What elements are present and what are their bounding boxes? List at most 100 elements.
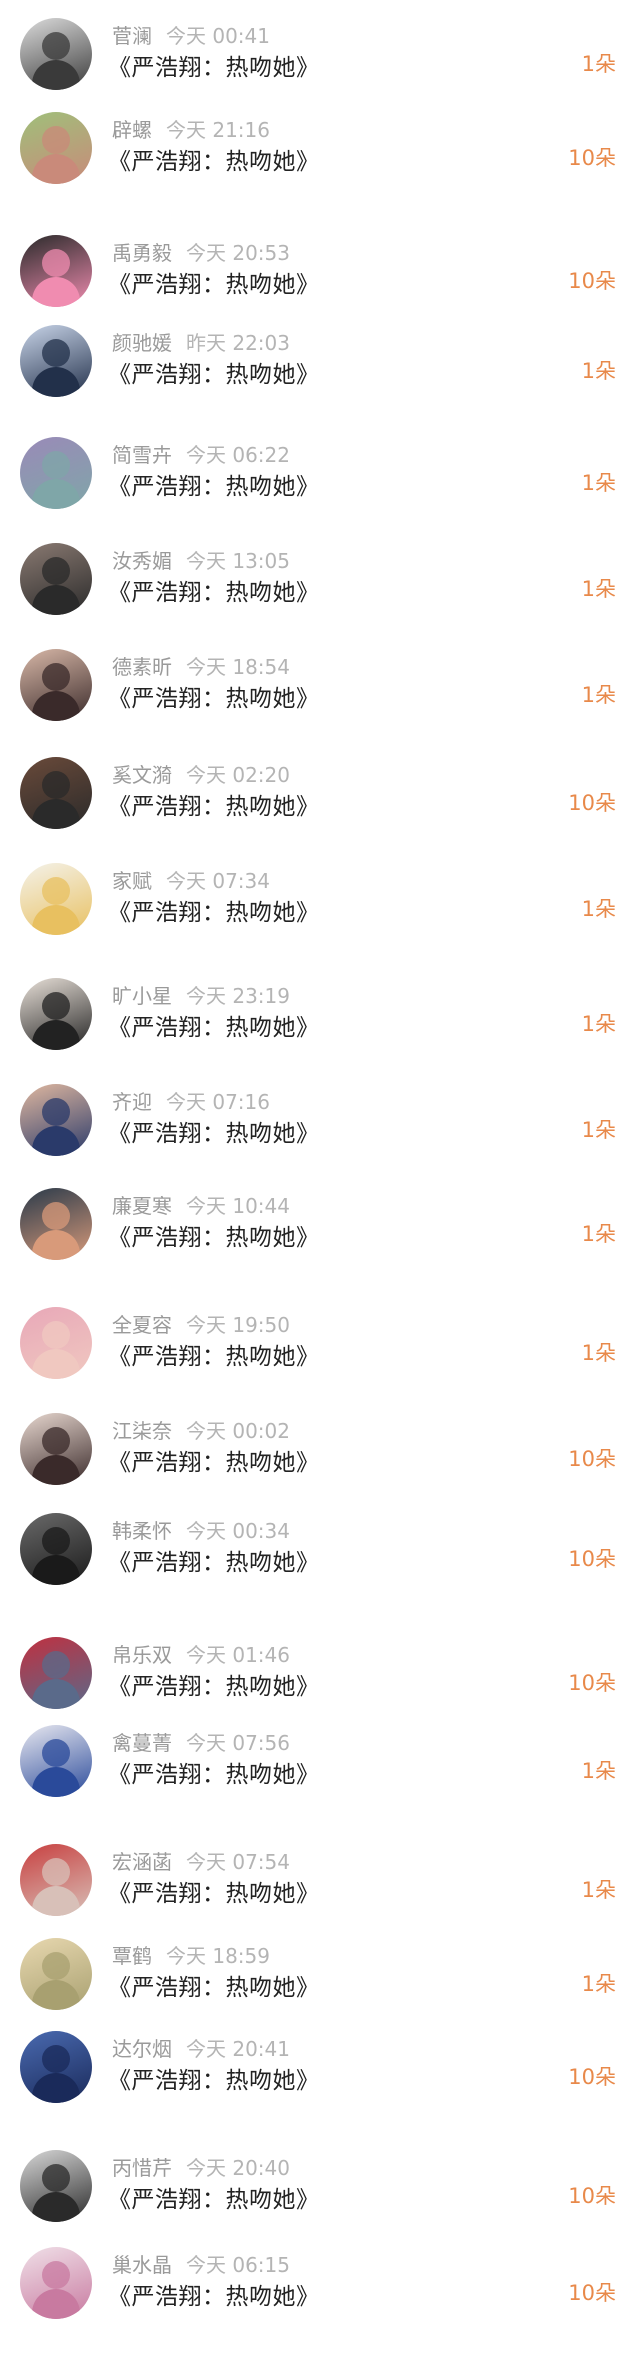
song-title: 《严浩翔：热吻她》 [108,362,320,388]
gift-time: 今天 10:44 [186,1194,290,1218]
song-title: 《严浩翔：热吻她》 [108,1344,320,1370]
avatar[interactable] [20,2150,92,2222]
sender-line: 辟螺 今天 21:16 [112,114,270,143]
avatar[interactable] [20,325,92,397]
sender-name[interactable]: 帛乐双 [112,1643,172,1667]
sender-line: 江柒奈 今天 00:02 [112,1415,290,1444]
song-title: 《严浩翔：热吻她》 [108,1674,320,1700]
sender-name[interactable]: 齐迎 [112,1090,152,1114]
flower-count: 1朵 [581,897,616,921]
sender-name[interactable]: 巢水晶 [112,2253,172,2277]
sender-name[interactable]: 韩柔怀 [112,1519,172,1543]
song-title: 《严浩翔：热吻她》 [108,474,320,500]
sender-line: 宏涵菡 今天 07:54 [112,1846,290,1875]
gift-row[interactable]: 禹勇毅 今天 20:53 《严浩翔：热吻她》 10朵 [0,223,640,319]
gift-row[interactable]: 奚文漪 今天 02:20 《严浩翔：热吻她》 10朵 [0,745,640,841]
gift-time: 今天 06:22 [186,443,290,467]
song-title: 《严浩翔：热吻她》 [108,686,320,712]
avatar[interactable] [20,1307,92,1379]
song-title: 《严浩翔：热吻她》 [108,55,320,81]
avatar[interactable] [20,1938,92,2010]
avatar[interactable] [20,1725,92,1797]
sender-line: 韩柔怀 今天 00:34 [112,1515,290,1544]
song-title: 《严浩翔：热吻她》 [108,2068,320,2094]
gift-row[interactable]: 帛乐双 今天 01:46 《严浩翔：热吻她》 10朵 [0,1625,640,1721]
sender-name[interactable]: 廉夏寒 [112,1194,172,1218]
sender-name[interactable]: 宏涵菡 [112,1850,172,1874]
sender-name[interactable]: 禹勇毅 [112,241,172,265]
sender-name[interactable]: 丙惜芹 [112,2156,172,2180]
sender-name[interactable]: 旷小星 [112,984,172,1008]
gift-row[interactable]: 汝秀媚 今天 13:05 《严浩翔：热吻她》 1朵 [0,531,640,627]
avatar[interactable] [20,1637,92,1709]
avatar[interactable] [20,235,92,307]
gift-row[interactable]: 简雪卉 今天 06:22 《严浩翔：热吻她》 1朵 [0,425,640,521]
gift-time: 今天 07:56 [186,1731,290,1755]
sender-name[interactable]: 辟螺 [112,118,152,142]
sender-line: 德素昕 今天 18:54 [112,651,290,680]
flower-count: 1朵 [581,1012,616,1036]
avatar[interactable] [20,2031,92,2103]
gift-row[interactable]: 丙惜芹 今天 20:40 《严浩翔：热吻她》 10朵 [0,2138,640,2234]
sender-line: 汝秀媚 今天 13:05 [112,545,290,574]
avatar[interactable] [20,978,92,1050]
avatar[interactable] [20,649,92,721]
gift-time: 今天 07:54 [186,1850,290,1874]
sender-line: 齐迎 今天 07:16 [112,1086,270,1115]
avatar[interactable] [20,112,92,184]
gift-row[interactable]: 齐迎 今天 07:16 《严浩翔：热吻她》 1朵 [0,1072,640,1168]
gift-row[interactable]: 覃鹤 今天 18:59 《严浩翔：热吻她》 1朵 [0,1926,640,2022]
gift-time: 今天 02:20 [186,763,290,787]
song-title: 《严浩翔：热吻她》 [108,580,320,606]
avatar[interactable] [20,1413,92,1485]
gift-row[interactable]: 廉夏寒 今天 10:44 《严浩翔：热吻她》 1朵 [0,1176,640,1272]
avatar[interactable] [20,1084,92,1156]
avatar[interactable] [20,1513,92,1585]
sender-line: 覃鹤 今天 18:59 [112,1940,270,1969]
avatar[interactable] [20,1188,92,1260]
avatar[interactable] [20,18,92,90]
sender-line: 菅澜 今天 00:41 [112,20,270,49]
sender-name[interactable]: 家赋 [112,869,152,893]
gift-row[interactable]: 达尔烟 今天 20:41 《严浩翔：热吻她》 10朵 [0,2019,640,2115]
sender-name[interactable]: 颜驰媛 [112,331,172,355]
gift-time: 今天 07:16 [166,1090,270,1114]
sender-name[interactable]: 达尔烟 [112,2037,172,2061]
gift-row[interactable]: 韩柔怀 今天 00:34 《严浩翔：热吻她》 10朵 [0,1501,640,1597]
sender-name[interactable]: 德素昕 [112,655,172,679]
flower-count: 10朵 [568,2065,616,2089]
flower-count: 10朵 [568,1671,616,1695]
gift-row[interactable]: 菅澜 今天 00:41 《严浩翔：热吻她》 1朵 [0,6,640,102]
sender-name[interactable]: 江柒奈 [112,1419,172,1443]
sender-name[interactable]: 覃鹤 [112,1944,152,1968]
sender-name[interactable]: 菅澜 [112,24,152,48]
sender-name[interactable]: 汝秀媚 [112,549,172,573]
gift-row[interactable]: 全夏容 今天 19:50 《严浩翔：热吻她》 1朵 [0,1295,640,1391]
gift-time: 今天 20:53 [186,241,290,265]
avatar[interactable] [20,2247,92,2319]
sender-name[interactable]: 全夏容 [112,1313,172,1337]
gift-time: 今天 06:15 [186,2253,290,2277]
avatar[interactable] [20,863,92,935]
avatar[interactable] [20,1844,92,1916]
avatar[interactable] [20,543,92,615]
avatar[interactable] [20,757,92,829]
flower-count: 1朵 [581,1878,616,1902]
song-title: 《严浩翔：热吻她》 [108,1225,320,1251]
song-title: 《严浩翔：热吻她》 [108,272,320,298]
gift-row[interactable]: 颜驰媛 昨天 22:03 《严浩翔：热吻她》 1朵 [0,313,640,409]
gift-row[interactable]: 江柒奈 今天 00:02 《严浩翔：热吻她》 10朵 [0,1401,640,1497]
song-title: 《严浩翔：热吻她》 [108,794,320,820]
sender-name[interactable]: 简雪卉 [112,443,172,467]
gift-row[interactable]: 辟螺 今天 21:16 《严浩翔：热吻她》 10朵 [0,100,640,196]
gift-row[interactable]: 禽蔓菁 今天 07:56 《严浩翔：热吻她》 1朵 [0,1713,640,1809]
gift-row[interactable]: 旷小星 今天 23:19 《严浩翔：热吻她》 1朵 [0,966,640,1062]
gift-time: 今天 13:05 [186,549,290,573]
gift-row[interactable]: 家赋 今天 07:34 《严浩翔：热吻她》 1朵 [0,851,640,947]
gift-row[interactable]: 宏涵菡 今天 07:54 《严浩翔：热吻她》 1朵 [0,1832,640,1928]
avatar[interactable] [20,437,92,509]
sender-name[interactable]: 禽蔓菁 [112,1731,172,1755]
gift-row[interactable]: 德素昕 今天 18:54 《严浩翔：热吻她》 1朵 [0,637,640,733]
sender-name[interactable]: 奚文漪 [112,763,172,787]
gift-row[interactable]: 巢水晶 今天 06:15 《严浩翔：热吻她》 10朵 [0,2235,640,2331]
